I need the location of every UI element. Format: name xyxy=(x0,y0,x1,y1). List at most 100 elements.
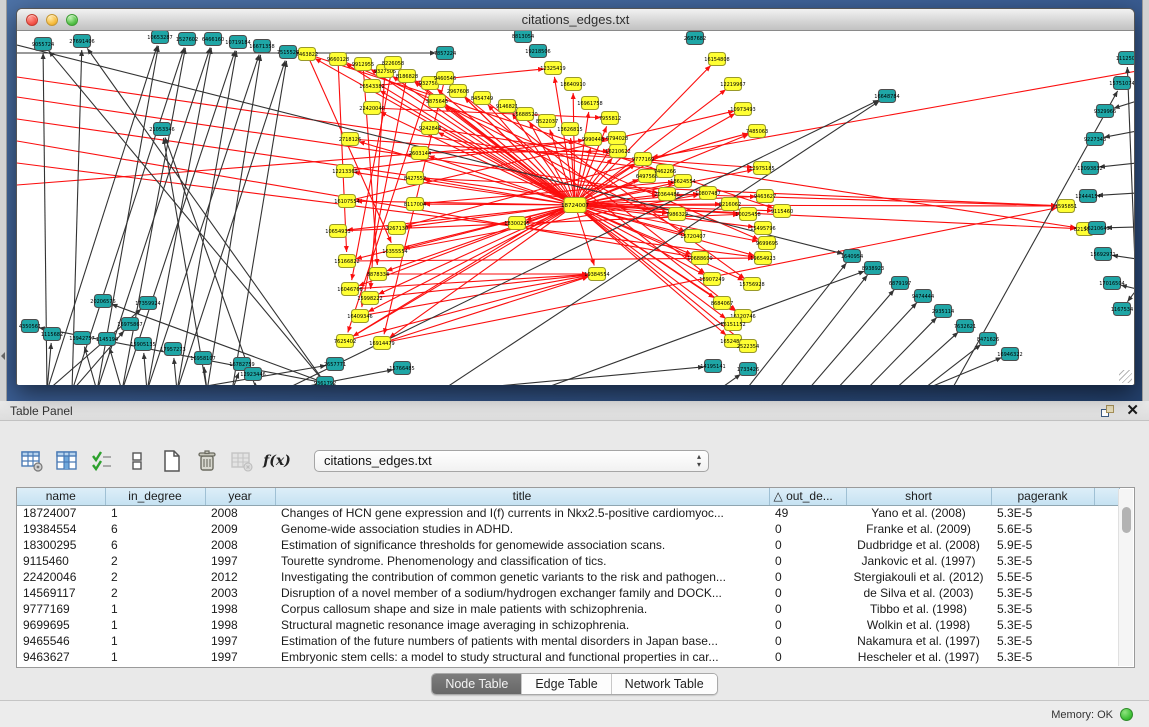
table-cell-short[interactable]: Dudbridge et al. (2008) xyxy=(846,537,991,553)
table-options-icon[interactable] xyxy=(20,449,44,473)
graph-edge[interactable] xyxy=(338,59,347,252)
graph-edge[interactable] xyxy=(363,64,377,265)
graph-edge[interactable] xyxy=(147,48,211,385)
table-cell-name[interactable]: 9463627 xyxy=(17,649,105,665)
table-cell-in_degree[interactable]: 1 xyxy=(105,617,205,633)
table-cell-name[interactable]: 9699695 xyxy=(17,617,105,633)
table-cell-title[interactable]: Investigating the contribution of common… xyxy=(275,569,769,585)
table-cell-year[interactable]: 2009 xyxy=(205,521,275,537)
table-cell-pagerank[interactable]: 5.3E-5 xyxy=(991,649,1094,665)
graph-edge[interactable] xyxy=(1114,101,1134,108)
table-cell-pagerank[interactable]: 5.6E-5 xyxy=(991,521,1094,537)
table-cell-name[interactable]: 14569117 xyxy=(17,585,105,601)
right-splitter[interactable] xyxy=(1142,0,1149,401)
network-window-titlebar[interactable]: citations_edges.txt xyxy=(17,9,1134,31)
graph-edge[interactable] xyxy=(717,374,741,385)
table-cell-in_degree[interactable]: 1 xyxy=(105,505,205,521)
network-window[interactable]: citations_edges.txt 18724007183002951938… xyxy=(16,8,1135,385)
table-cell-name[interactable]: 18724007 xyxy=(17,505,105,521)
table-cell-out_degree[interactable]: 0 xyxy=(769,649,846,665)
graph-edge[interactable] xyxy=(1106,227,1134,228)
table-cell-out_degree[interactable]: 49 xyxy=(769,505,846,521)
graph-edge[interactable] xyxy=(122,48,185,385)
table-cell-in_degree[interactable]: 2 xyxy=(105,585,205,601)
column-header-title[interactable]: title xyxy=(275,488,769,505)
table-cell-pagerank[interactable]: 5.3E-5 xyxy=(991,617,1094,633)
table-cell-title[interactable]: Disruption of a novel member of a sodium… xyxy=(275,585,769,601)
table-cell-short[interactable]: Wolkin et al. (1998) xyxy=(846,617,991,633)
table-cell-short[interactable]: de Silva et al. (2003) xyxy=(846,585,991,601)
table-cell-in_degree[interactable]: 6 xyxy=(105,537,205,553)
graph-edge[interactable] xyxy=(144,353,147,385)
network-graph[interactable]: 1872400718300295193845541232541918640910… xyxy=(17,31,1134,385)
graph-edge[interactable] xyxy=(174,358,177,385)
table-cell-in_degree[interactable]: 1 xyxy=(105,649,205,665)
column-header-pagerank[interactable]: pagerank xyxy=(991,488,1094,505)
graph-edge[interactable] xyxy=(807,290,894,385)
table-cell-short[interactable]: Tibbo et al. (1998) xyxy=(846,601,991,617)
graph-edge[interactable] xyxy=(1099,163,1134,167)
column-header-out_degree[interactable]: △ out_de... xyxy=(769,488,846,505)
tab-network-table[interactable]: Network Table xyxy=(612,674,717,694)
table-cell-title[interactable]: Genome-wide association studies in ADHD. xyxy=(275,521,769,537)
graph-edge[interactable] xyxy=(893,332,958,385)
table-cell-year[interactable]: 1998 xyxy=(205,617,275,633)
table-cell-year[interactable]: 1997 xyxy=(205,649,275,665)
table-cell-title[interactable]: Corpus callosum shape and size in male p… xyxy=(275,601,769,617)
table-cell-short[interactable]: Hescheler et al. (1997) xyxy=(846,649,991,665)
table-selector-dropdown[interactable]: citations_edges.txt ▴▾ xyxy=(314,450,709,472)
collapse-arrow-icon[interactable] xyxy=(1,352,5,360)
table-cell-title[interactable]: Estimation of the future numbers of pati… xyxy=(275,633,769,649)
graph-edge[interactable] xyxy=(17,97,658,193)
table-row[interactable]: 946554611997Estimation of the future num… xyxy=(17,633,1120,649)
column-header-short[interactable]: short xyxy=(846,488,991,505)
table-cell-pagerank[interactable]: 5.9E-5 xyxy=(991,537,1094,553)
table-row[interactable]: 1830029562008Estimation of significance … xyxy=(17,537,1120,553)
graph-edge[interactable] xyxy=(255,383,257,385)
table-cell-name[interactable]: 18300295 xyxy=(17,537,105,553)
memory-ok-indicator[interactable] xyxy=(1120,708,1133,721)
tab-node-table[interactable]: Node Table xyxy=(432,674,522,694)
table-row[interactable]: 1938455462009Genome-wide association stu… xyxy=(17,521,1120,537)
table-cell-out_degree[interactable]: 0 xyxy=(769,569,846,585)
graph-edge[interactable] xyxy=(575,205,1057,206)
table-cell-year[interactable]: 2012 xyxy=(205,569,275,585)
table-cell-pagerank[interactable]: 5.3E-5 xyxy=(991,553,1094,569)
graph-edge[interactable] xyxy=(865,317,937,385)
table-cell-title[interactable]: Embryonic stem cells: a model to study s… xyxy=(275,649,769,665)
table-cell-name[interactable]: 9777169 xyxy=(17,601,105,617)
table-cell-out_degree[interactable]: 0 xyxy=(769,521,846,537)
table-cell-year[interactable]: 1997 xyxy=(205,633,275,649)
table-row[interactable]: 1872400712008Changes of HCN gene express… xyxy=(17,505,1120,521)
column-visibility-icon[interactable] xyxy=(55,449,79,473)
table-cell-short[interactable]: Stergiakouli et al. (2012) xyxy=(846,569,991,585)
table-scrollbar[interactable] xyxy=(1118,489,1133,666)
table-cell-title[interactable]: Estimation of significance thresholds fo… xyxy=(275,537,769,553)
table-row[interactable]: 946362711997Embryonic stem cells: a mode… xyxy=(17,649,1120,665)
table-cell-short[interactable]: Franke et al. (2009) xyxy=(846,521,991,537)
table-cell-in_degree[interactable]: 6 xyxy=(105,521,205,537)
table-cell-year[interactable]: 1997 xyxy=(205,553,275,569)
delete-attribute-icon[interactable] xyxy=(195,449,219,473)
rows-icon[interactable] xyxy=(125,449,149,473)
table-cell-out_degree[interactable]: 0 xyxy=(769,633,846,649)
column-header-in_degree[interactable]: in_degree xyxy=(105,488,205,505)
table-row[interactable]: 969969511998Structural magnetic resonanc… xyxy=(17,617,1120,633)
table-row[interactable]: 911546021997Tourette syndrome. Phenomeno… xyxy=(17,553,1120,569)
table-cell-out_degree[interactable]: 0 xyxy=(769,553,846,569)
graph-edge[interactable] xyxy=(1127,289,1134,302)
table-cell-short[interactable]: Yano et al. (2008) xyxy=(846,505,991,521)
table-cell-out_degree[interactable]: 0 xyxy=(769,585,846,601)
table-cell-short[interactable]: Nakamura et al. (1997) xyxy=(846,633,991,649)
table-cell-pagerank[interactable]: 5.3E-5 xyxy=(991,505,1094,521)
select-all-icon[interactable] xyxy=(90,449,114,473)
graph-edge[interactable] xyxy=(1097,193,1134,195)
table-cell-name[interactable]: 9465546 xyxy=(17,633,105,649)
function-builder-icon[interactable]: f(x) xyxy=(265,449,289,473)
table-cell-out_degree[interactable]: 0 xyxy=(769,617,846,633)
table-cell-pagerank[interactable]: 5.3E-5 xyxy=(991,585,1094,601)
table-cell-in_degree[interactable]: 1 xyxy=(105,601,205,617)
table-cell-title[interactable]: Changes of HCN gene expression and I(f) … xyxy=(275,505,769,521)
table-cell-pagerank[interactable]: 5.5E-5 xyxy=(991,569,1094,585)
table-row[interactable]: 1456911722003Disruption of a novel membe… xyxy=(17,585,1120,601)
